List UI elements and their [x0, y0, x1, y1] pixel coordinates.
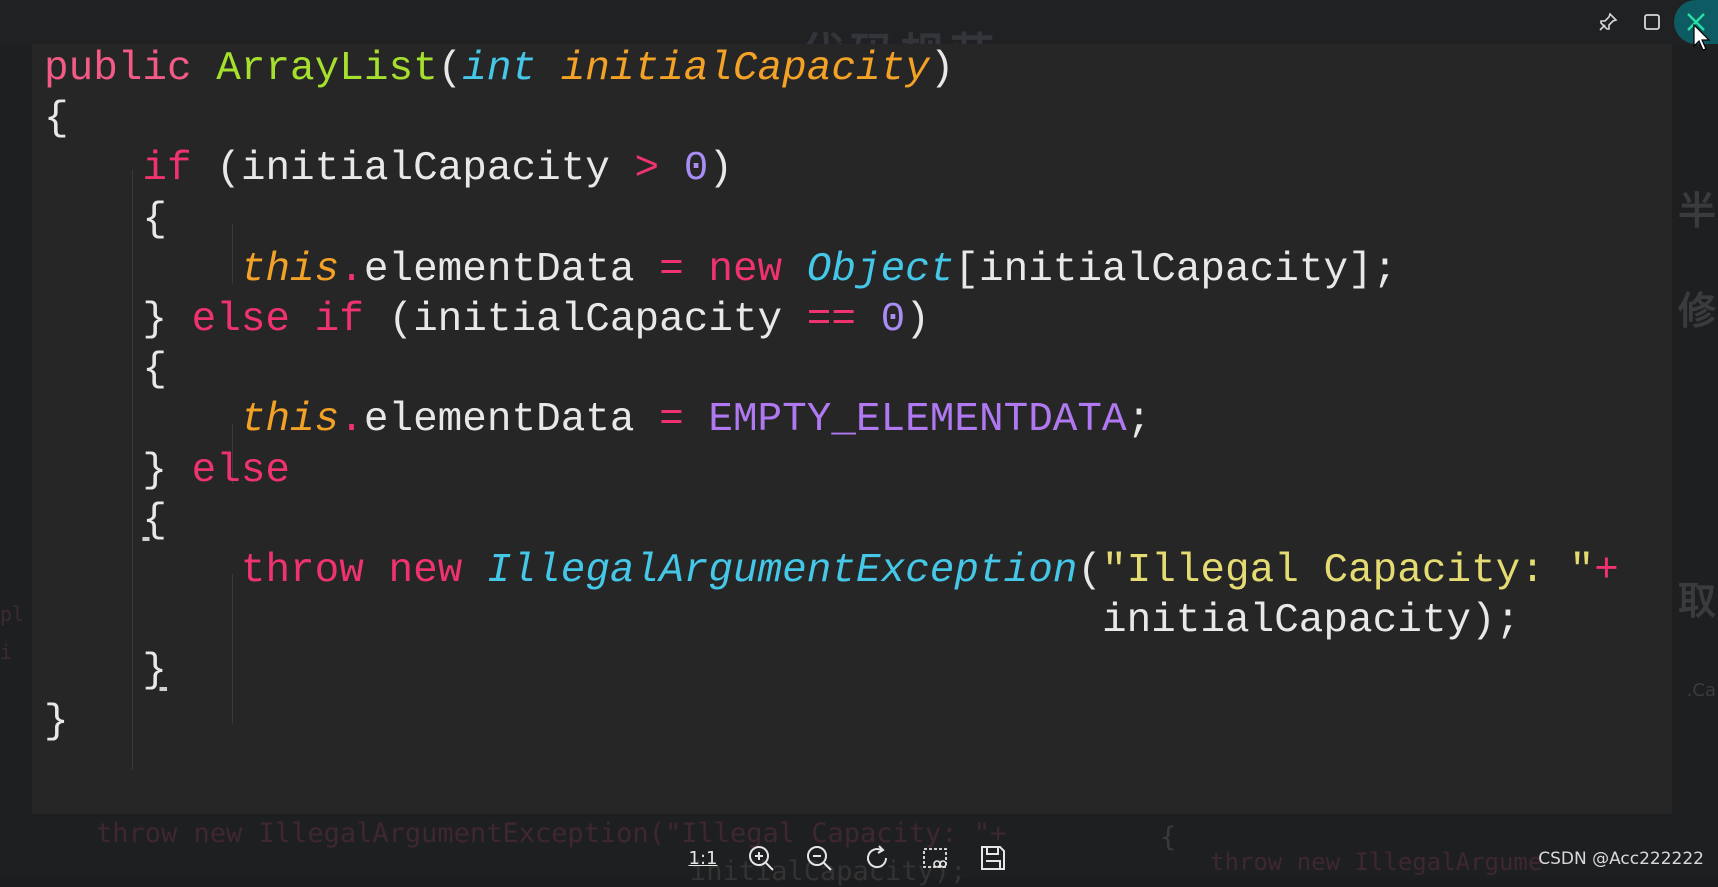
left-fragment-1: pl — [0, 602, 25, 626]
image-viewer-toolbar: 1:1 — [684, 838, 1012, 878]
actual-size-label: 1:1 — [688, 847, 718, 869]
code-line-5: this.elementData = new Object[initialCap… — [240, 246, 1398, 293]
code-line-8: this.elementData = EMPTY_ELEMENTDATA; — [240, 397, 1152, 444]
right-fragment-2: 修 — [1677, 289, 1716, 333]
code-line-3: if (initialCapacity > 0) — [142, 146, 733, 193]
code-line-12: initialCapacity); — [44, 598, 1521, 645]
background-right-fragments: 半 修 取 .Ca — [1674, 150, 1718, 750]
right-fragment-3: 取 — [1677, 579, 1716, 623]
code-line-2: { — [44, 96, 69, 143]
save-button[interactable] — [974, 839, 1012, 877]
code-line-7: { — [44, 347, 168, 394]
code-line-13: } — [142, 648, 168, 695]
background-ghost-brace: { — [1160, 822, 1177, 853]
code-line-11: throw new IllegalArgumentException("Ille… — [240, 548, 1619, 595]
code-line-4: { — [44, 196, 168, 243]
crop-icon — [923, 848, 947, 868]
zoom-in-button[interactable] — [742, 839, 780, 877]
save-icon — [981, 846, 1005, 870]
mouse-cursor-icon — [1693, 24, 1711, 51]
code-line-10: { — [142, 497, 168, 544]
rotate-button[interactable] — [858, 839, 896, 877]
actual-size-button[interactable]: 1:1 — [684, 839, 722, 877]
zoom-in-icon — [749, 846, 774, 871]
right-fragment-4: .Ca — [1686, 680, 1716, 701]
zoom-out-icon — [807, 846, 832, 871]
code-line-9: } else — [44, 447, 291, 494]
crop-button[interactable] — [916, 839, 954, 877]
rotate-icon — [867, 845, 888, 869]
background-ghost-code-3: throw new IllegalArgume — [1210, 848, 1543, 876]
code-line-1: public ArrayList(int initialCapacity) — [44, 46, 955, 92]
code-line-6: } else if (initialCapacity == 0) — [44, 297, 930, 344]
code-viewer-panel: public ArrayList(int initialCapacity) { … — [32, 44, 1672, 814]
watermark: CSDN @Acc222222 — [1538, 849, 1704, 869]
code-line-14: } — [44, 698, 69, 745]
left-fragment-2: i — [0, 640, 13, 664]
pin-icon[interactable] — [1586, 0, 1630, 44]
zoom-out-button[interactable] — [800, 839, 838, 877]
right-fragment-1: 半 — [1677, 189, 1716, 233]
maximize-icon[interactable] — [1630, 0, 1674, 44]
code-block: public ArrayList(int initialCapacity) { … — [44, 44, 1619, 747]
